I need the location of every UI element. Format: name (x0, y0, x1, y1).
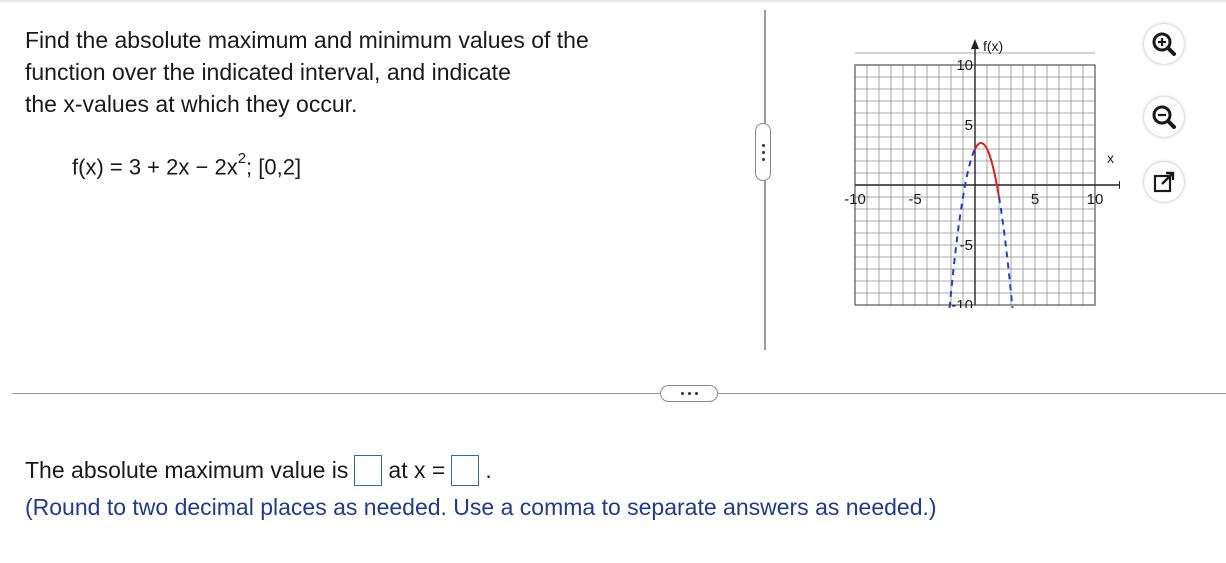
formula-exponent: 2 (237, 150, 247, 167)
horizontal-resize-handle[interactable] (660, 385, 718, 402)
answer-prefix: The absolute maximum value is (25, 457, 349, 483)
answer-suffix: . (485, 457, 492, 483)
y-tick-label: 10 (956, 57, 973, 74)
zoom-out-button[interactable] (1144, 97, 1184, 137)
y-tick-label: 5 (965, 117, 973, 134)
function-formula: f(x) = 3 + 2x − 2x2; [0,2] (72, 150, 302, 180)
x-tick-label: -10 (844, 191, 866, 208)
horizontal-divider (12, 393, 1226, 394)
question-line-3: the x-values at which they occur. (25, 91, 358, 117)
graph-curves (942, 141, 1020, 374)
y-axis-arrow (971, 39, 979, 49)
dashed-curve-right (998, 196, 1020, 374)
x-axis-arrow (1119, 181, 1129, 189)
question-text: Find the absolute maximum and minimum va… (25, 24, 725, 120)
x-tick-label: -5 (908, 191, 921, 208)
function-graph: -10 -5 5 10 10 5 -5 -10 f(x) x (830, 28, 1129, 374)
answer-row: The absolute maximum value is at x = . (25, 455, 492, 486)
x-value-input[interactable] (451, 455, 480, 486)
x-tick-label: 10 (1087, 191, 1104, 208)
x-axis-label: x (1107, 150, 1114, 166)
popout-button[interactable] (1144, 162, 1184, 202)
top-border (0, 0, 1226, 2)
formula-prefix: f(x) = 3 + 2x − 2x (72, 154, 238, 180)
y-tick-label: -5 (960, 237, 973, 254)
popout-icon (1153, 171, 1175, 193)
question-line-2: function over the indicated interval, an… (25, 59, 511, 85)
zoom-out-icon (1152, 105, 1176, 129)
vertical-resize-handle[interactable] (755, 123, 771, 181)
max-value-input[interactable] (354, 455, 383, 486)
question-line-1: Find the absolute maximum and minimum va… (25, 27, 589, 53)
graph-axes (855, 39, 1129, 305)
y-axis-label: f(x) (983, 38, 1003, 54)
zoom-in-button[interactable] (1144, 24, 1184, 64)
x-tick-label: 5 (1031, 191, 1039, 208)
zoom-in-icon (1152, 32, 1176, 56)
answer-hint: (Round to two decimal places as needed. … (25, 494, 937, 520)
graph-svg: -10 -5 5 10 10 5 -5 -10 f(x) x (844, 38, 1129, 374)
y-tick-label: -10 (951, 297, 973, 308)
answer-middle: at x = (388, 457, 446, 483)
formula-suffix: ; [0,2] (246, 154, 302, 180)
